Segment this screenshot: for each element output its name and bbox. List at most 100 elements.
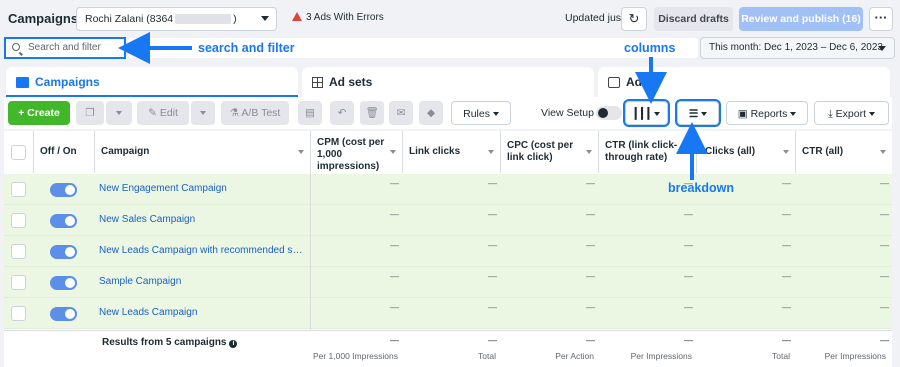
flask-icon: ⚗ [229, 107, 242, 119]
chevron-down-icon [116, 111, 122, 115]
cell-value: — [488, 271, 497, 281]
view-setup-toggle[interactable] [596, 106, 622, 120]
toolbar: + Create ❐ ✎ Edit ⚗ A/B Test ▤ ↶ 🗑 ✉ ◆ R… [4, 97, 892, 129]
account-selector[interactable]: Rochi Zalani (8364) [76, 7, 277, 31]
table-row[interactable]: Sample Campaign — — — — — — [4, 267, 892, 298]
reports-label: Reports [750, 108, 788, 120]
cell-value: — [488, 209, 497, 219]
header-campaign[interactable]: Campaign [95, 131, 311, 173]
header-ctr-link[interactable]: CTR (link click-through rate) [599, 131, 697, 173]
campaign-toggle[interactable] [50, 214, 77, 228]
tag-button[interactable]: ◆ [419, 101, 443, 125]
select-all-checkbox[interactable] [11, 145, 26, 160]
ad-icon [608, 77, 620, 88]
duplicate-button[interactable]: ❐ [76, 101, 104, 125]
header-cpc[interactable]: CPC (cost per link click) [501, 131, 599, 173]
campaign-name-link[interactable]: New Engagement Campaign [99, 183, 304, 194]
sort-icon [783, 150, 789, 154]
tag-icon: ◆ [426, 107, 436, 119]
reports-button[interactable]: ▣ Reports [726, 101, 808, 125]
columns-annotation-label: columns [624, 41, 676, 55]
folder-icon [16, 77, 29, 88]
chevron-down-icon [261, 16, 269, 21]
search-icon [12, 43, 20, 51]
row-checkbox[interactable] [11, 275, 26, 290]
campaign-name-link[interactable]: New Sales Campaign [99, 214, 304, 225]
date-range-label: This month: Dec 1, 2023 – Dec 6, 2023 [709, 42, 883, 53]
header-off-on: Off / On [34, 131, 95, 173]
sort-icon [298, 150, 304, 154]
tab-ad-sets[interactable]: Ad sets [302, 67, 594, 97]
campaign-name-link[interactable]: New Leads Campaign [99, 307, 304, 318]
tab-ads[interactable]: Ads [598, 67, 890, 97]
edit-button[interactable]: ✎ Edit [137, 101, 189, 125]
campaign-toggle[interactable] [50, 307, 77, 321]
header-ctr-all[interactable]: CTR (all) [796, 131, 892, 173]
account-name: Rochi Zalani (8364 [85, 13, 174, 25]
duplicate-dropdown[interactable] [106, 101, 132, 125]
info-icon[interactable]: i [229, 340, 238, 348]
cell-value: — [390, 271, 399, 281]
cell-value: — [684, 209, 693, 219]
row-checkbox[interactable] [11, 182, 26, 197]
cell-value: — [880, 209, 889, 219]
campaign-name-link[interactable]: New Leads Campaign with recommended sett… [99, 245, 304, 256]
more-options-button[interactable]: ··· [869, 7, 893, 31]
chevron-down-icon [492, 112, 499, 116]
row-checkbox[interactable] [11, 213, 26, 228]
header-clicks-all[interactable]: Clicks (all) [697, 131, 796, 173]
campaign-toggle[interactable] [50, 276, 77, 290]
chevron-down-icon [790, 112, 797, 116]
export-button[interactable]: ⤓ Export [814, 101, 889, 125]
chevron-down-icon [701, 112, 708, 116]
summary-sub: Per 1,000 Impressions [312, 351, 398, 361]
table-row[interactable]: New Engagement Campaign — — — — — — [4, 174, 892, 205]
rules-button[interactable]: Rules [451, 101, 511, 125]
comment-icon: ✉ [396, 107, 406, 119]
table-row[interactable]: New Leads Campaign — — — — — — [4, 298, 892, 329]
summary-text: Results from 5 campaigns [102, 337, 227, 348]
cell-value: — [390, 178, 399, 188]
breakdown-button[interactable]: ☰ [675, 99, 721, 127]
row-checkbox[interactable] [11, 244, 26, 259]
search-input[interactable]: Search and filter [4, 37, 126, 59]
chevron-down-icon [878, 46, 886, 51]
create-button[interactable]: + Create [8, 101, 70, 125]
refresh-button[interactable]: ↻ [621, 7, 647, 31]
rules-label: Rules [463, 108, 490, 120]
tab-campaigns[interactable]: Campaigns [6, 67, 298, 97]
campaign-toggle[interactable] [50, 245, 77, 259]
cell-value: — [586, 302, 595, 312]
cell-value: — [488, 178, 497, 188]
export-label: Export [835, 108, 866, 120]
clipboard-button[interactable]: ▤ [298, 101, 322, 125]
header-label: Link clicks [409, 146, 461, 157]
delete-button[interactable]: 🗑 [360, 101, 384, 125]
campaign-toggle[interactable] [50, 183, 77, 197]
undo-button[interactable]: ↶ [330, 101, 354, 125]
edit-dropdown[interactable] [191, 101, 215, 125]
date-range-picker[interactable]: This month: Dec 1, 2023 – Dec 6, 2023 [700, 37, 895, 59]
header-link-clicks[interactable]: Link clicks [403, 131, 501, 173]
summary-sub: Total [478, 351, 496, 361]
cell-value: — [390, 240, 399, 250]
review-publish-button[interactable]: Review and publish (16) [739, 7, 863, 31]
discard-drafts-button[interactable]: Discard drafts [654, 7, 733, 31]
table-row[interactable]: New Sales Campaign — — — — — — [4, 205, 892, 236]
cell-value: — [782, 178, 791, 188]
comment-button[interactable]: ✉ [389, 101, 413, 125]
ab-test-button[interactable]: ⚗ A/B Test [221, 101, 289, 125]
search-annotation-label: search and filter [198, 41, 295, 55]
errors-label: 3 Ads With Errors [306, 12, 384, 23]
header-cpm[interactable]: CPM (cost per 1,000 impressions) [311, 131, 403, 173]
table-body: New Engagement Campaign — — — — — — New … [4, 174, 892, 329]
errors-link[interactable]: 3 Ads With Errors [292, 12, 384, 23]
header-label: Clicks (all) [705, 146, 756, 157]
columns-button[interactable]: ┃┃┃ [623, 99, 670, 127]
grid-icon [312, 77, 323, 88]
row-checkbox[interactable] [11, 306, 26, 321]
campaign-name-link[interactable]: Sample Campaign [99, 276, 304, 287]
header-label: Campaign [101, 146, 150, 157]
account-id-redacted [175, 14, 232, 25]
table-row[interactable]: New Leads Campaign with recommended sett… [4, 236, 892, 267]
